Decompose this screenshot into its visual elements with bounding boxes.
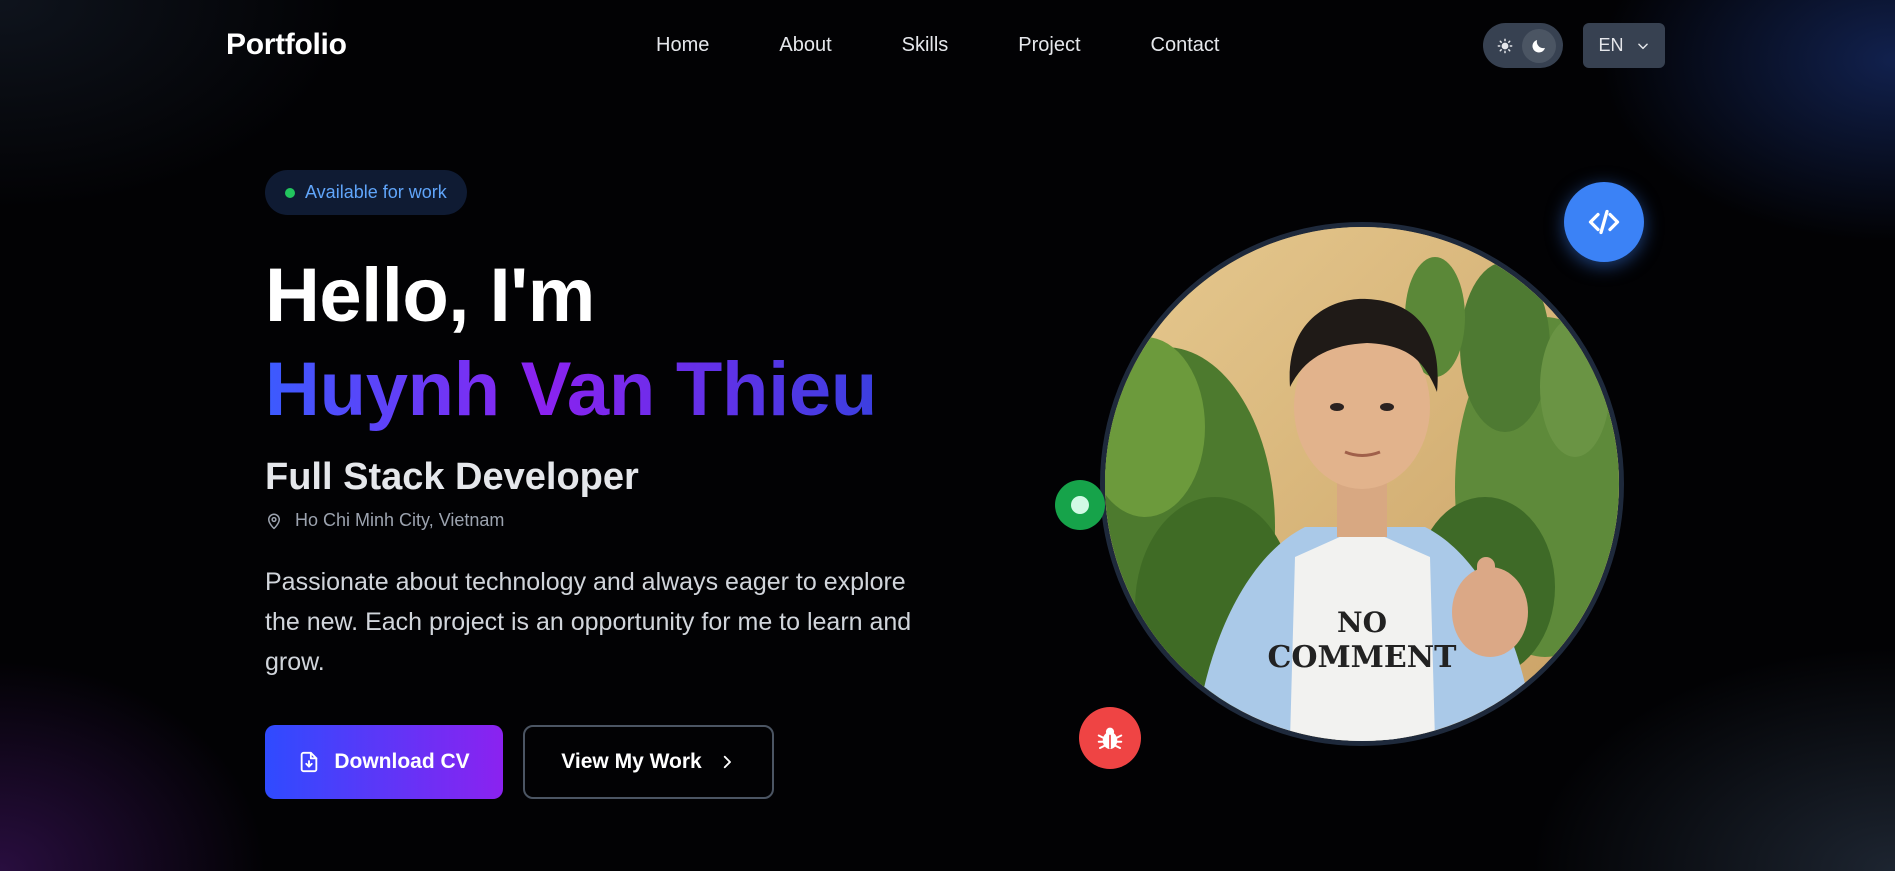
top-navbar: Portfolio Home About Skills Project Cont… xyxy=(0,0,1895,92)
theme-toggle[interactable] xyxy=(1483,23,1563,68)
availability-badge: Available for work xyxy=(265,170,467,215)
download-cv-button[interactable]: Download CV xyxy=(265,725,503,799)
language-label: EN xyxy=(1598,35,1624,55)
nav-link-about[interactable]: About xyxy=(779,34,831,57)
file-download-icon xyxy=(301,751,318,773)
brand-logo[interactable]: Portfolio xyxy=(226,28,347,62)
developer-role: Full Stack Developer xyxy=(265,456,639,498)
sun-icon[interactable] xyxy=(1488,29,1522,63)
view-work-button[interactable]: View My Work xyxy=(523,725,774,799)
code-icon xyxy=(1564,182,1644,262)
nav-link-contact[interactable]: Contact xyxy=(1151,34,1220,57)
nav-links: Home About Skills Project Contact xyxy=(656,34,1219,57)
developer-name: Huynh Van Thieu xyxy=(265,347,877,432)
status-dot-icon xyxy=(285,187,295,198)
greeting-heading: Hello, I'm xyxy=(265,253,595,338)
location-text: Ho Chi Minh City, Vietnam xyxy=(295,510,505,530)
moon-icon[interactable] xyxy=(1522,28,1556,63)
language-selector[interactable]: EN xyxy=(1583,23,1665,68)
hero-description: Passionate about technology and always e… xyxy=(265,568,912,676)
svg-text:COMMENT: COMMENT xyxy=(1267,640,1457,675)
nav-link-skills[interactable]: Skills xyxy=(902,34,949,57)
view-work-label: View My Work xyxy=(561,750,702,773)
nav-link-home[interactable]: Home xyxy=(656,34,709,57)
bug-icon xyxy=(1079,707,1141,769)
profile-photo: NO COMMENT xyxy=(1100,222,1624,746)
nav-link-project[interactable]: Project xyxy=(1018,34,1080,57)
map-pin-icon xyxy=(268,513,280,529)
chevron-right-icon xyxy=(723,755,731,769)
availability-text: Available for work xyxy=(305,182,447,202)
location: Ho Chi Minh City, Vietnam xyxy=(265,510,504,531)
download-cv-label: Download CV xyxy=(334,750,470,773)
status-dot-icon xyxy=(1055,480,1105,530)
svg-text:NO: NO xyxy=(1337,606,1387,639)
chevron-down-icon xyxy=(1637,43,1648,49)
